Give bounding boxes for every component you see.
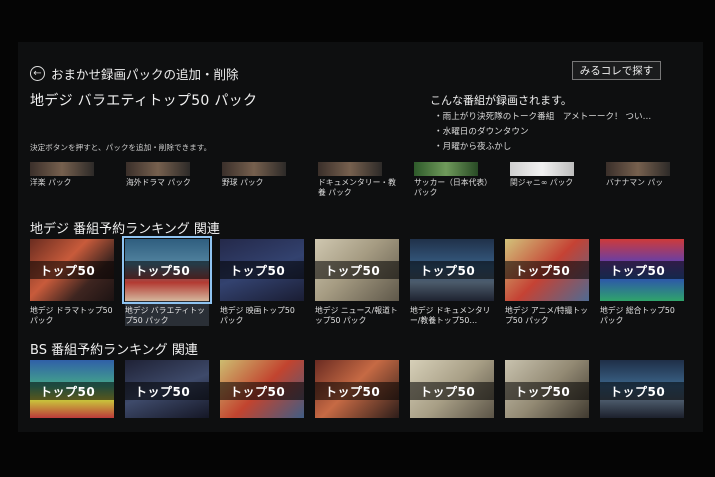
pack-card-thumbnail: トップ50 (410, 360, 494, 418)
pack-card[interactable]: トップ50 (220, 360, 304, 418)
pack-card[interactable]: トップ50 地デジ 映画トップ50 パック (220, 239, 304, 326)
pack-card-label: 地デジ ドラマトップ50 パック (30, 306, 113, 325)
top50-overlay: トップ50 (505, 382, 589, 400)
recorded-program-item: 雨上がり決死隊のトーク番組 アメトーーク！ つい… (434, 110, 652, 125)
pack-card[interactable]: トップ50 (505, 360, 589, 418)
pack-item[interactable]: ドキュメンタリー・教養 パック (318, 162, 400, 206)
pack-card[interactable]: トップ50 地デジ 総合トップ50 パック (600, 239, 684, 326)
top50-overlay: トップ50 (220, 382, 304, 400)
pack-label: 関ジャニ∞ パック (510, 178, 574, 187)
pack-thumbnail (510, 162, 574, 176)
pack-card-label: 地デジ 総合トップ50 パック (600, 306, 675, 325)
pack-item[interactable]: バナナマン パッ (606, 162, 688, 206)
pack-thumbnail (414, 162, 478, 176)
pack-card-thumbnail: トップ50 (505, 239, 589, 301)
recorded-programs-heading: こんな番組が録画されます。 (430, 94, 572, 107)
pack-card-thumbnail: トップ50 (505, 360, 589, 418)
pack-list-row: 洋楽 パック 海外ドラマ パック 野球 パック ドキュメンタリー・教養 パック … (30, 162, 695, 206)
pack-card[interactable]: トップ50 地デジ ドラマトップ50 パック (30, 239, 114, 326)
section-title-terrestrial-ranking: 地デジ 番組予約ランキング 関連 (30, 222, 220, 237)
pack-card-label: 地デジ アニメ/特撮トップ50 パック (505, 306, 588, 325)
mirukore-search-button[interactable]: みるコレで探す (572, 61, 661, 80)
pack-card-label: 地デジ バラエティトップ50 パック (125, 306, 205, 325)
pack-label: サッカー（日本代表）パック (414, 178, 492, 197)
top50-overlay: トップ50 (125, 261, 209, 279)
pack-title: 地デジ バラエティトップ50 パック (30, 93, 258, 109)
top50-overlay: トップ50 (315, 261, 399, 279)
pack-card-thumbnail: トップ50 (125, 360, 209, 418)
instruction-text: 決定ボタンを押すと、パックを追加・削除できます。 (30, 143, 212, 152)
pack-card-thumbnail: トップ50 (600, 239, 684, 301)
recorded-program-item: 月曜から夜ふかし (434, 140, 651, 155)
pack-thumbnail (318, 162, 382, 176)
pack-card[interactable]: トップ50 地デジ アニメ/特撮トップ50 パック (505, 239, 589, 326)
pack-label: 野球 パック (222, 178, 264, 187)
pack-item[interactable]: 海外ドラマ パック (126, 162, 208, 206)
pack-card-thumbnail: トップ50 (30, 360, 114, 418)
pack-thumbnail (126, 162, 190, 176)
pack-card-label: 地デジ 映画トップ50 パック (220, 306, 295, 325)
recorded-program-item: 水曜日のダウンタウン (434, 125, 651, 140)
pack-card[interactable]: トップ50 地デジ ニュース/報道トップ50 パック (315, 239, 399, 326)
back-row[interactable]: ← おまかせ録画パックの追加・削除 (30, 64, 239, 83)
top50-overlay: トップ50 (410, 382, 494, 400)
pack-card[interactable]: トップ50 (125, 360, 209, 418)
pack-label: バナナマン パッ (606, 178, 664, 187)
pack-item[interactable]: 洋楽 パック (30, 162, 112, 206)
pack-card[interactable]: トップ50 (410, 360, 494, 418)
pack-card-thumbnail: トップ50 (410, 239, 494, 301)
pack-item[interactable]: 野球 パック (222, 162, 304, 206)
pack-card-thumbnail: トップ50 (315, 239, 399, 301)
pack-thumbnail (606, 162, 670, 176)
pack-card[interactable]: トップ50 (315, 360, 399, 418)
pack-label: 洋楽 パック (30, 178, 72, 187)
pack-card-selected[interactable]: トップ50 地デジ バラエティトップ50 パック (122, 236, 212, 326)
pack-label: 海外ドラマ パック (126, 178, 191, 187)
screen-title: おまかせ録画パックの追加・削除 (51, 67, 239, 82)
recorded-programs-list: 雨上がり決死隊のトーク番組 アメトーーク！ つい… 水曜日のダウンタウン 月曜か… (434, 110, 652, 155)
top50-overlay: トップ50 (30, 261, 114, 279)
top50-overlay: トップ50 (30, 382, 114, 400)
pack-card-label: 地デジ ドキュメンタリー/教養トップ50… (410, 306, 491, 325)
pack-card[interactable]: トップ50 (600, 360, 684, 418)
top50-overlay: トップ50 (220, 261, 304, 279)
back-arrow-icon[interactable]: ← (30, 66, 45, 81)
pack-card-thumbnail: トップ50 (220, 360, 304, 418)
pack-card-thumbnail: トップ50 (220, 239, 304, 301)
top50-overlay: トップ50 (600, 382, 684, 400)
pack-card-thumbnail: トップ50 (600, 360, 684, 418)
top50-overlay: トップ50 (410, 261, 494, 279)
tv-screen: ← おまかせ録画パックの追加・削除 みるコレで探す 地デジ バラエティトップ50… (18, 42, 703, 432)
top50-overlay: トップ50 (125, 382, 209, 400)
section-title-bs-ranking: BS 番組予約ランキング 関連 (30, 343, 198, 358)
top50-overlay: トップ50 (505, 261, 589, 279)
pack-card-thumbnail: トップ50 (30, 239, 114, 301)
pack-card[interactable]: トップ50 地デジ ドキュメンタリー/教養トップ50… (410, 239, 494, 326)
pack-item[interactable]: サッカー（日本代表）パック (414, 162, 496, 206)
top50-overlay: トップ50 (315, 382, 399, 400)
pack-thumbnail (222, 162, 286, 176)
pack-card-thumbnail: トップ50 (315, 360, 399, 418)
pack-thumbnail (30, 162, 94, 176)
pack-card-thumbnail: トップ50 (122, 236, 212, 304)
pack-label: ドキュメンタリー・教養 パック (318, 178, 396, 197)
pack-card-label: 地デジ ニュース/報道トップ50 パック (315, 306, 398, 325)
pack-card[interactable]: トップ50 (30, 360, 114, 418)
top50-overlay: トップ50 (600, 261, 684, 279)
pack-item[interactable]: 関ジャニ∞ パック (510, 162, 592, 206)
